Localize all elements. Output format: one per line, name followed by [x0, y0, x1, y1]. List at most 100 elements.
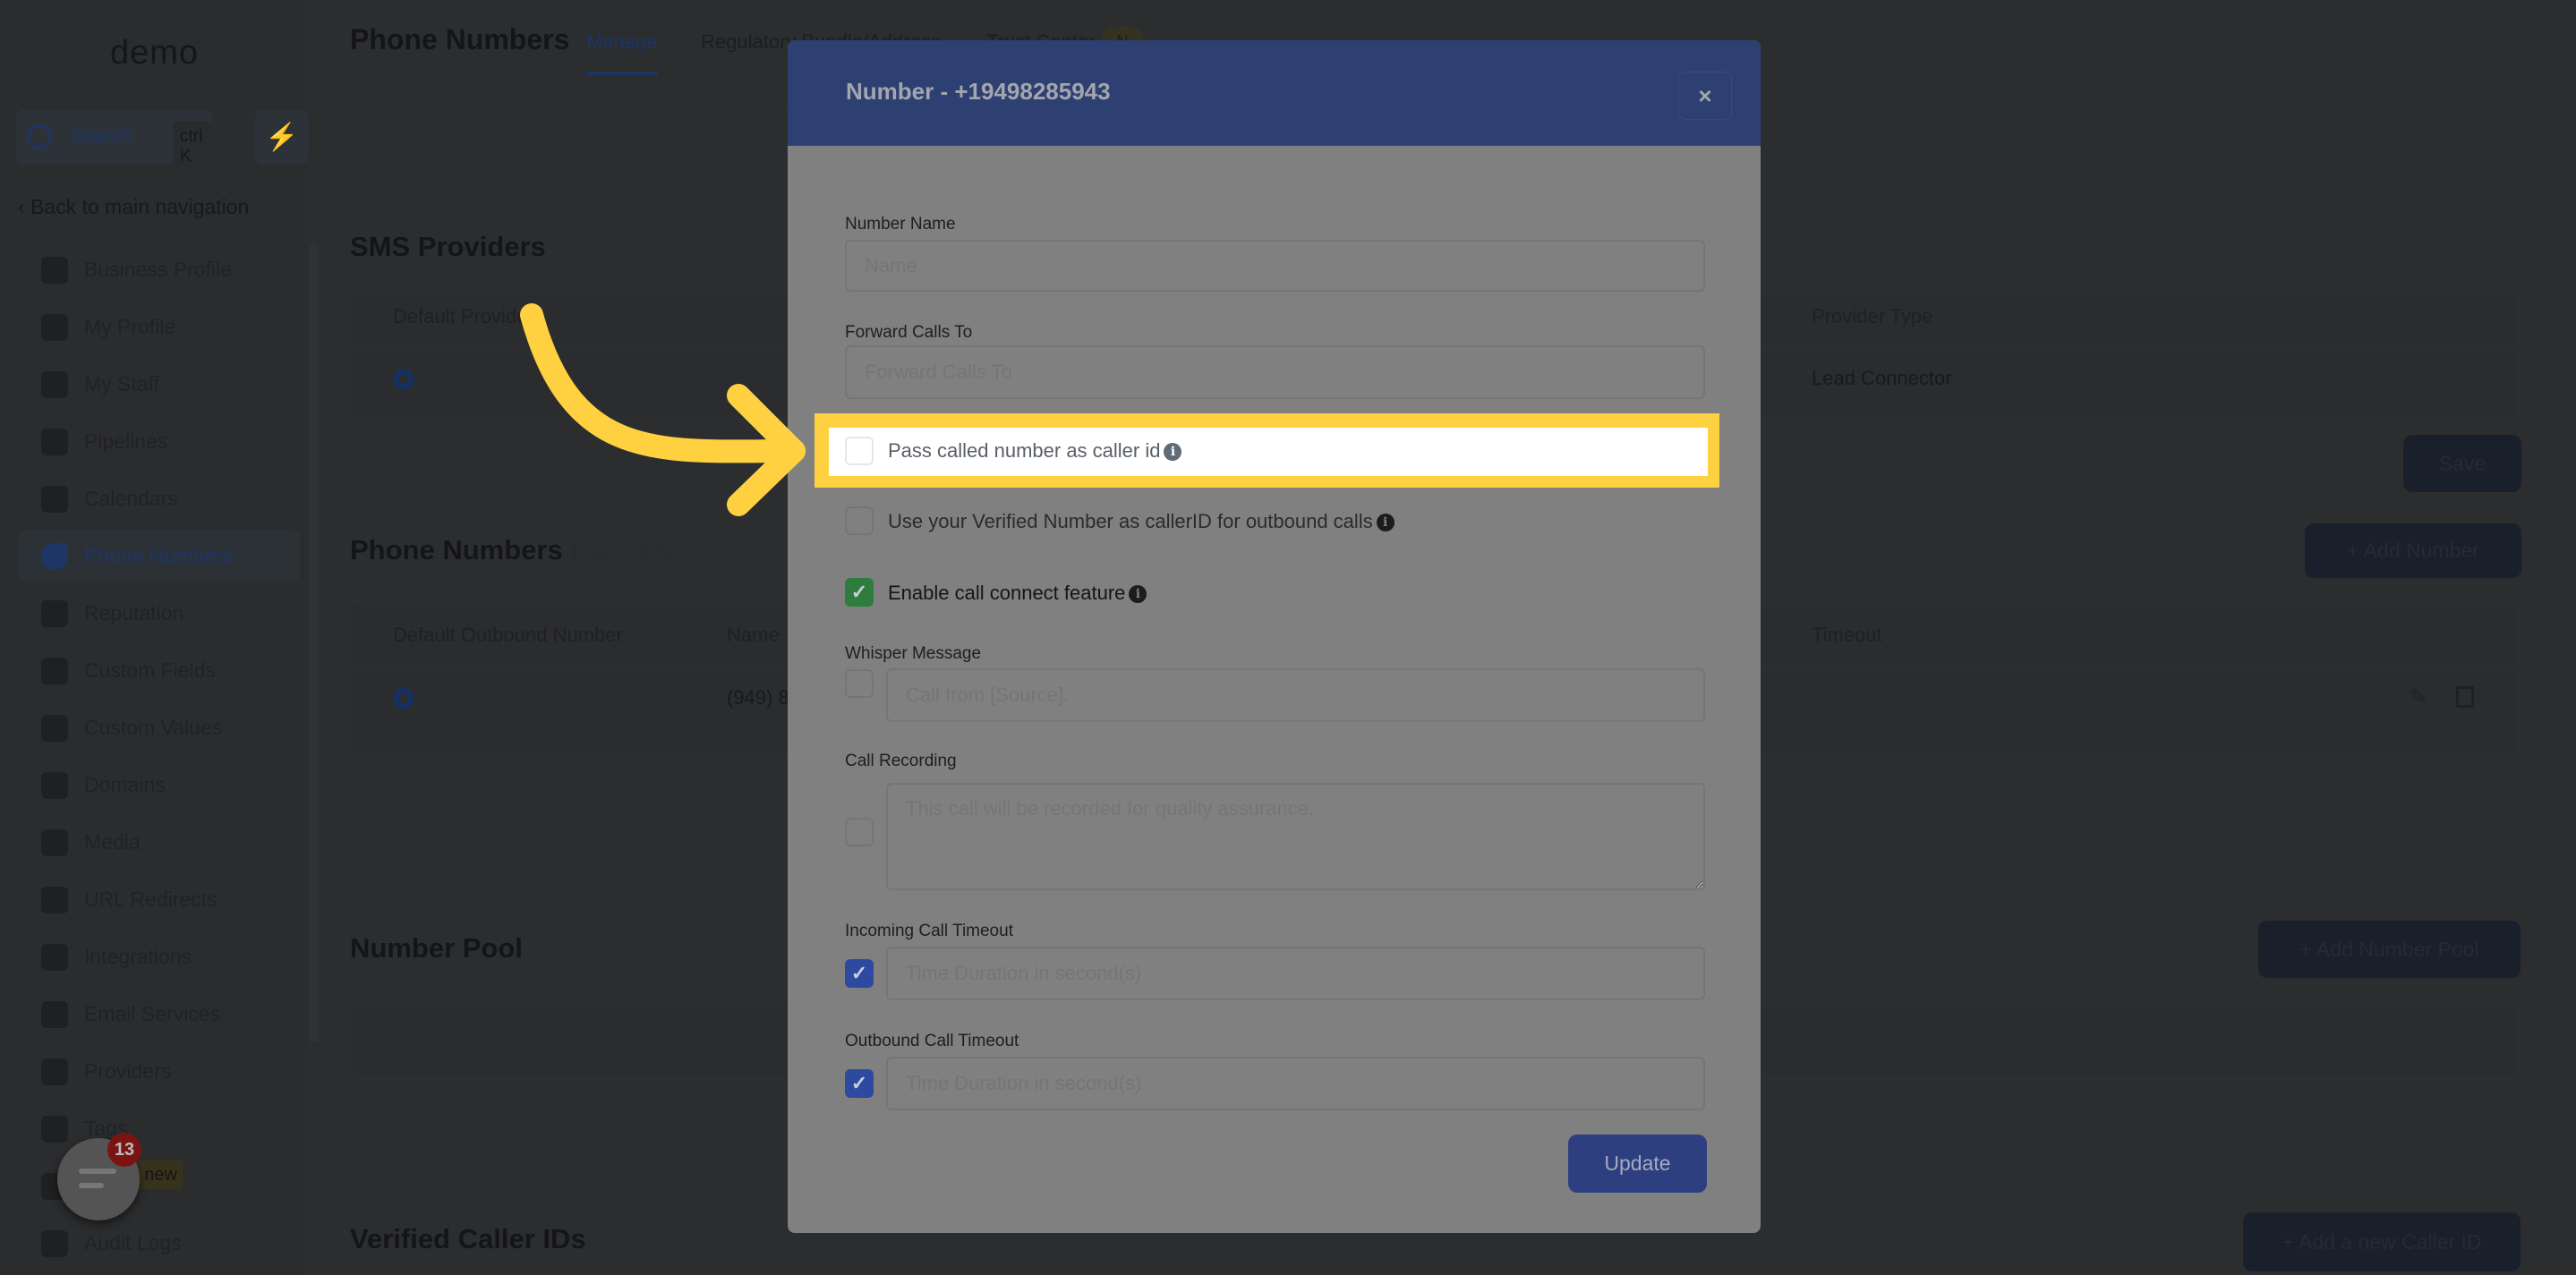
default-outbound-radio[interactable] [393, 688, 414, 710]
tag-icon [41, 1116, 68, 1143]
search-label: Search [72, 126, 132, 147]
sidebar-item-label: My Staff [84, 372, 159, 395]
call-connect-label: Enable call connect feature i [888, 582, 1147, 605]
search-shortcut: ctrl K [173, 122, 213, 172]
sidebar: demo Search ctrl K ⚡ ‹ Back to main navi… [0, 0, 319, 1275]
plus-icon: + [2282, 1230, 2299, 1254]
user-icon [41, 371, 68, 398]
sidebar-item-email-services[interactable]: Email Services [18, 989, 300, 1039]
chevron-left-icon: ‹ [18, 195, 31, 218]
call-connect-checkbox[interactable]: ✓ [845, 578, 874, 607]
tab-manage[interactable]: Manage [586, 30, 658, 54]
sidebar-item-business-profile[interactable]: Business Profile [18, 244, 300, 294]
sidebar-item-my-profile[interactable]: My Profile [18, 302, 300, 352]
whisper-checkbox[interactable] [845, 669, 874, 698]
bar-chart-icon [41, 1230, 68, 1257]
call-recording-checkbox[interactable] [845, 818, 874, 846]
chat-icon-line [79, 1183, 104, 1188]
new-badge: new [134, 1160, 183, 1189]
call-connect-text: Enable call connect feature [888, 582, 1126, 604]
sidebar-item-label: Audit Logs [84, 1231, 182, 1254]
sidebar-item-providers[interactable]: Providers [18, 1046, 300, 1096]
modal-title: Number - +19498285943 [846, 78, 1111, 105]
search-icon [27, 124, 52, 149]
sidebar-item-label: Custom Values [84, 716, 223, 739]
column-header: Default Outbound Number [393, 624, 623, 646]
add-number-pool-button[interactable]: + Add Number Pool [2258, 921, 2521, 978]
incoming-timeout-checkbox[interactable]: ✓ [845, 959, 874, 988]
search-button[interactable]: Search ctrl K [16, 110, 213, 172]
incoming-timeout-input[interactable] [886, 947, 1705, 1000]
quick-actions-button[interactable]: ⚡ [255, 110, 309, 165]
call-recording-label: Call Recording [845, 752, 957, 770]
back-to-main-navigation[interactable]: ‹ Back to main navigation [18, 195, 249, 219]
highlight-box: Pass called number as caller id i [815, 413, 1719, 488]
verified-caller-ids-title: Verified Caller IDs [350, 1223, 586, 1254]
diamond-icon [41, 715, 68, 742]
number-name-input[interactable] [845, 240, 1705, 292]
sidebar-item-label: My Profile [84, 315, 176, 338]
phone-icon [41, 543, 68, 570]
delete-icon[interactable] [2456, 686, 2474, 708]
pass-called-number-checkbox[interactable] [845, 437, 874, 465]
sidebar-item-integrations[interactable]: Integrations [18, 931, 300, 982]
user-circle-icon [41, 314, 68, 341]
column-header: Name [727, 624, 780, 646]
whisper-input[interactable] [886, 668, 1705, 722]
sidebar-item-calendars[interactable]: Calendars [18, 473, 300, 523]
sidebar-item-label: URL Redirects [84, 888, 218, 911]
sidebar-item-label: Phone Numbers [84, 544, 234, 567]
column-header: Timeout [1812, 624, 1882, 646]
outbound-timeout-checkbox[interactable]: ✓ [845, 1069, 874, 1098]
sidebar-item-pipelines[interactable]: Pipelines [18, 416, 300, 466]
page-title: Phone Numbers [350, 23, 570, 55]
info-icon[interactable]: i [1129, 585, 1147, 603]
sidebar-item-label: Integrations [84, 945, 192, 968]
sidebar-item-custom-fields[interactable]: Custom Fields [18, 645, 300, 695]
provider-type: Lead Connector [1812, 367, 1952, 389]
sidebar-item-phone-numbers[interactable]: Phone Numbers [18, 531, 300, 581]
sidebar-scrollbar[interactable] [310, 243, 319, 1042]
clipboard-check-icon [41, 1058, 68, 1085]
add-caller-id-label: Add a new Caller ID [2299, 1230, 2482, 1254]
add-number-label: Add Number [2363, 539, 2479, 562]
outbound-timeout-input[interactable] [886, 1057, 1705, 1110]
pass-called-number-label: Pass called number as caller id i [888, 439, 1182, 463]
edit-icon[interactable]: ✎ [2410, 684, 2427, 710]
update-button[interactable]: Update [1568, 1135, 1707, 1193]
sidebar-item-custom-values[interactable]: Custom Values [18, 702, 300, 752]
sidebar-item-domains[interactable]: Domains [18, 760, 300, 810]
sidebar-item-label: Domains [84, 773, 166, 796]
sidebar-item-media[interactable]: Media [18, 817, 300, 867]
notification-count-badge: 13 [107, 1133, 141, 1167]
call-recording-textarea[interactable] [886, 783, 1705, 890]
plus-icon: + [2347, 539, 2364, 562]
sidebar-item-audit-logs[interactable]: Audit Logs [18, 1218, 300, 1268]
sidebar-item-my-staff[interactable]: My Staff [18, 359, 300, 409]
outbound-timeout-label: Outbound Call Timeout [845, 1032, 1019, 1050]
add-number-button[interactable]: + Add Number [2305, 523, 2521, 578]
redirect-icon [41, 887, 68, 914]
info-icon[interactable]: i [1164, 443, 1182, 461]
sidebar-item-reputation[interactable]: Reputation [18, 588, 300, 638]
save-button[interactable]: Save [2403, 435, 2521, 492]
globe-icon [41, 772, 68, 799]
plus-icon: + [2299, 938, 2316, 961]
close-button[interactable]: × [1678, 72, 1732, 120]
incoming-timeout-label: Incoming Call Timeout [845, 922, 1013, 940]
sidebar-item-label: Media [84, 830, 141, 854]
use-verified-number-checkbox[interactable] [845, 506, 874, 535]
add-caller-id-button[interactable]: + Add a new Caller ID [2243, 1212, 2521, 1271]
email-icon [41, 1001, 68, 1028]
sidebar-item-label: Providers [84, 1059, 172, 1083]
use-verified-text: Use your Verified Number as callerID for… [888, 510, 1373, 532]
sidebar-item-tags[interactable]: Tags [18, 1103, 300, 1153]
default-provider-radio[interactable] [393, 369, 414, 390]
lightning-icon: ⚡ [265, 123, 299, 152]
forward-calls-input[interactable] [845, 345, 1705, 399]
number-modal: Number - +19498285943 × Number Name Forw… [788, 40, 1761, 1233]
back-label: Back to main navigation [30, 195, 250, 218]
calendar-icon [41, 486, 68, 513]
info-icon[interactable]: i [1376, 514, 1395, 531]
sidebar-item-url-redirects[interactable]: URL Redirects [18, 874, 300, 924]
